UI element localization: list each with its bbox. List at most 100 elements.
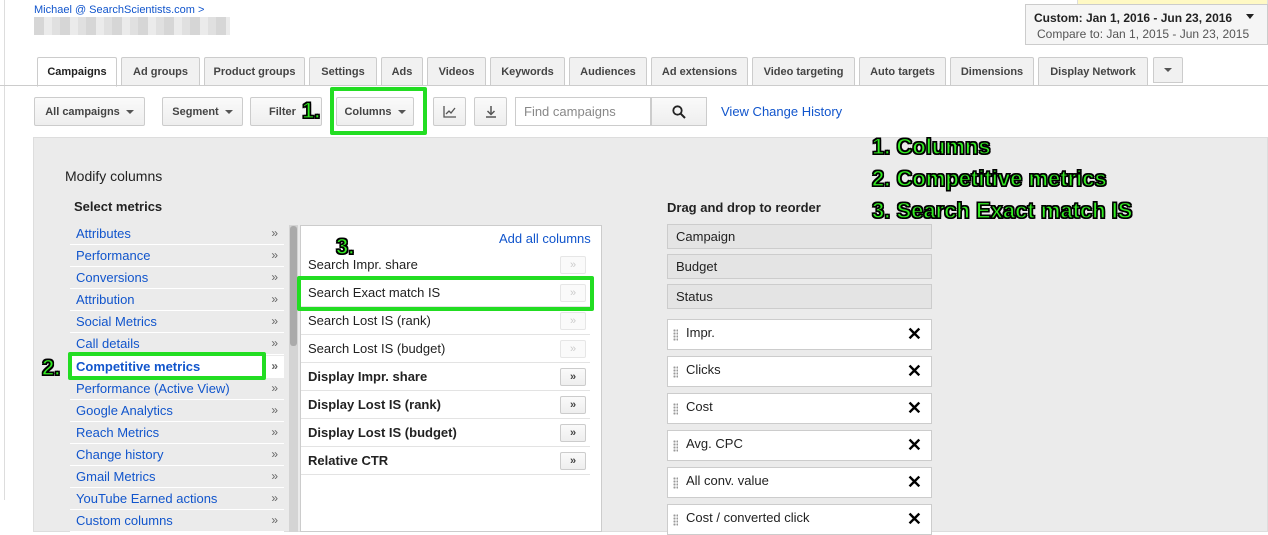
- close-icon[interactable]: ✕: [907, 325, 922, 343]
- chevron-right-icon: »: [271, 270, 278, 284]
- tab-videos[interactable]: Videos: [427, 57, 486, 86]
- category-youtube-earned-actions[interactable]: YouTube Earned actions »: [70, 488, 284, 510]
- close-icon[interactable]: ✕: [907, 399, 922, 417]
- selected-column-all-conv-value[interactable]: All conv. value ✕: [667, 467, 932, 498]
- download-button[interactable]: [474, 97, 507, 126]
- column-label: Impr.: [686, 325, 715, 340]
- metric-label: Display Lost IS (rank): [308, 397, 441, 412]
- highlight-search-exact-match-is: [297, 276, 594, 311]
- tab-dimensions[interactable]: Dimensions: [950, 57, 1034, 86]
- category-attributes[interactable]: Attributes »: [70, 223, 284, 245]
- reorder-heading: Drag and drop to reorder: [667, 200, 821, 215]
- add-all-columns-link[interactable]: Add all columns: [499, 231, 591, 246]
- category-label: Gmail Metrics: [76, 469, 156, 484]
- add-metric-button[interactable]: »: [560, 396, 586, 414]
- category-reach-metrics[interactable]: Reach Metrics »: [70, 422, 284, 444]
- fixed-column-status: Status: [667, 284, 932, 309]
- metric-label: Display Lost IS (budget): [308, 425, 457, 440]
- chevron-right-icon: »: [271, 469, 278, 483]
- selected-column-cost[interactable]: Cost ✕: [667, 393, 932, 424]
- add-metric-button[interactable]: »: [560, 368, 586, 386]
- selected-column-impr[interactable]: Impr. ✕: [667, 319, 932, 350]
- add-metric-button[interactable]: »: [560, 424, 586, 442]
- highlight-competitive-metrics: [68, 352, 266, 380]
- category-google-analytics[interactable]: Google Analytics »: [70, 400, 284, 422]
- column-label: Avg. CPC: [686, 436, 743, 451]
- metric-display-lost-is-rank[interactable]: Display Lost IS (rank) »: [301, 391, 590, 419]
- tab-display-network[interactable]: Display Network: [1038, 57, 1148, 86]
- tab-audiences[interactable]: Audiences: [569, 57, 647, 86]
- date-range-selector[interactable]: Custom: Jan 1, 2016 - Jun 23, 2016 Compa…: [1025, 4, 1268, 45]
- add-metric-button[interactable]: »: [560, 256, 586, 274]
- category-change-history[interactable]: Change history »: [70, 444, 284, 466]
- drag-handle-icon[interactable]: [673, 366, 678, 378]
- chevron-right-icon: »: [271, 381, 278, 395]
- chevron-right-icon: »: [271, 425, 278, 439]
- selected-column-avg-cpc[interactable]: Avg. CPC ✕: [667, 430, 932, 461]
- add-metric-button[interactable]: »: [560, 452, 586, 470]
- segment-dropdown[interactable]: Segment: [162, 97, 243, 126]
- tab-ad-groups[interactable]: Ad groups: [121, 57, 200, 86]
- all-campaigns-label: All campaigns: [45, 105, 120, 118]
- drag-handle-icon[interactable]: [673, 477, 678, 489]
- date-compare-label: Compare to: Jan 1, 2015 - Jun 23, 2015: [1037, 27, 1250, 41]
- tab-auto-targets[interactable]: Auto targets: [859, 57, 946, 86]
- metric-search-lost-is-rank[interactable]: Search Lost IS (rank) »: [301, 307, 590, 335]
- tab-video-targeting[interactable]: Video targeting: [752, 57, 855, 86]
- metric-label: Search Impr. share: [308, 257, 418, 272]
- tabs-more-dropdown[interactable]: [1153, 57, 1183, 83]
- view-change-history-link[interactable]: View Change History: [721, 104, 842, 119]
- category-performance[interactable]: Performance »: [70, 245, 284, 267]
- segment-label: Segment: [172, 105, 219, 118]
- category-label: Change history: [76, 447, 164, 462]
- selected-column-clicks[interactable]: Clicks ✕: [667, 356, 932, 387]
- category-custom-columns[interactable]: Custom columns »: [70, 510, 284, 532]
- metric-label: Search Lost IS (rank): [308, 313, 431, 328]
- metric-label: Search Lost IS (budget): [308, 341, 446, 356]
- tab-keywords[interactable]: Keywords: [490, 57, 565, 86]
- drag-handle-icon[interactable]: [673, 329, 678, 341]
- chart-toggle-button[interactable]: [433, 97, 466, 126]
- tab-settings[interactable]: Settings: [309, 57, 377, 86]
- column-label: All conv. value: [686, 473, 769, 488]
- all-campaigns-dropdown[interactable]: All campaigns: [34, 97, 145, 126]
- category-gmail-metrics[interactable]: Gmail Metrics »: [70, 466, 284, 488]
- tab-ads[interactable]: Ads: [381, 57, 423, 86]
- line-chart-icon: [442, 105, 456, 118]
- drag-handle-icon[interactable]: [673, 403, 678, 415]
- chevron-down-icon: [224, 109, 233, 114]
- close-icon[interactable]: ✕: [907, 362, 922, 380]
- account-breadcrumb[interactable]: Michael @ SearchScientists.com >: [34, 4, 204, 16]
- metric-display-lost-is-budget[interactable]: Display Lost IS (budget) »: [301, 419, 590, 447]
- category-label: Social Metrics: [76, 314, 157, 329]
- drag-handle-icon[interactable]: [673, 440, 678, 452]
- chevron-right-icon: »: [271, 513, 278, 527]
- category-label: Attribution: [76, 292, 135, 307]
- tab-campaigns[interactable]: Campaigns: [37, 57, 117, 87]
- close-icon[interactable]: ✕: [907, 473, 922, 491]
- category-label: Reach Metrics: [76, 425, 160, 440]
- category-scrollbar-thumb[interactable]: [290, 226, 297, 346]
- add-metric-button[interactable]: »: [560, 312, 586, 330]
- search-button[interactable]: [651, 97, 707, 126]
- metric-search-lost-is-budget[interactable]: Search Lost IS (budget) »: [301, 335, 590, 363]
- selected-column-cost-per-converted-click[interactable]: Cost / converted click ✕: [667, 504, 932, 535]
- drag-handle-icon[interactable]: [673, 514, 678, 526]
- add-metric-button[interactable]: »: [560, 340, 586, 358]
- metric-display-impr-share[interactable]: Display Impr. share »: [301, 363, 590, 391]
- close-icon[interactable]: ✕: [907, 436, 922, 454]
- category-label: Attributes: [76, 226, 131, 241]
- search-input[interactable]: [515, 97, 651, 126]
- category-conversions[interactable]: Conversions »: [70, 267, 284, 289]
- close-icon[interactable]: ✕: [907, 510, 922, 528]
- metric-relative-ctr[interactable]: Relative CTR »: [301, 447, 590, 475]
- category-social-metrics[interactable]: Social Metrics »: [70, 311, 284, 333]
- account-name-redacted: [34, 17, 230, 35]
- tab-ad-extensions[interactable]: Ad extensions: [651, 57, 748, 86]
- category-attribution[interactable]: Attribution »: [70, 289, 284, 311]
- chevron-right-icon: »: [271, 491, 278, 505]
- category-performance-active-view[interactable]: Performance (Active View) »: [70, 378, 284, 400]
- fixed-column-campaign: Campaign: [667, 224, 932, 249]
- category-label: Performance: [76, 248, 151, 263]
- tab-product-groups[interactable]: Product groups: [204, 57, 305, 86]
